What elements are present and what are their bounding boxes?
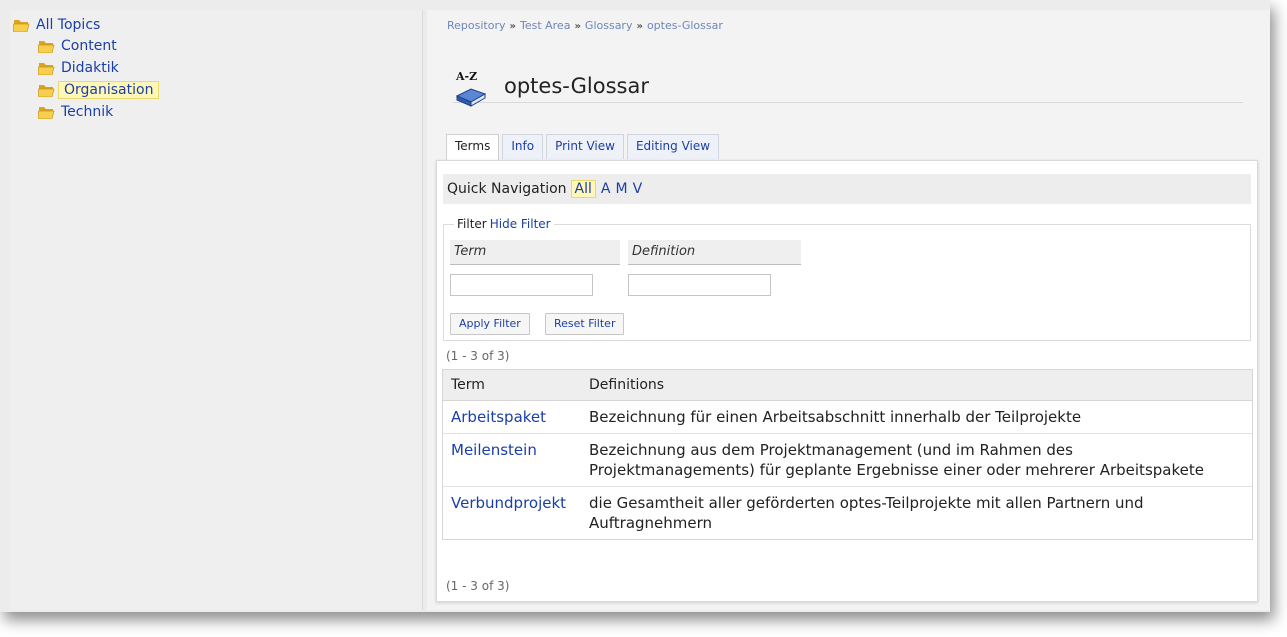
filter-definition-input[interactable]	[628, 274, 771, 296]
reset-filter-button[interactable]: Reset Filter	[545, 313, 625, 335]
tab-editing-view[interactable]: Editing View	[626, 134, 720, 159]
result-count-bottom: (1 - 3 of 3)	[446, 579, 510, 593]
glossary-book-icon: A-Z	[453, 70, 489, 108]
tree-item-label: Content	[61, 37, 117, 54]
table-header: Term Definitions	[443, 370, 1252, 401]
quick-nav-m[interactable]: M	[615, 181, 627, 197]
breadcrumb: Repository» Test Area» Glossary» optes-Glos…	[447, 19, 723, 32]
filter-term-input[interactable]	[450, 274, 593, 296]
quick-nav-a[interactable]: A	[601, 181, 611, 197]
terms-panel: Quick Navigation All A M V Filter Hide Fi…	[436, 160, 1258, 602]
term-link[interactable]: Verbundprojekt	[451, 494, 566, 512]
page-header: A-Z optes-Glossar	[453, 70, 1243, 107]
breadcrumb-glossary[interactable]: Glossary	[585, 19, 633, 32]
tab-info[interactable]: Info	[502, 134, 544, 159]
tab-terms[interactable]: Terms	[446, 134, 500, 161]
breadcrumb-separator: »	[636, 21, 643, 32]
term-definition: Bezeichnung für einen Arbeitsabschnitt i…	[589, 408, 1082, 426]
column-header-term: Term	[451, 377, 485, 393]
column-header-definitions: Definitions	[589, 377, 665, 393]
tree-item-label: Organisation	[58, 80, 160, 99]
table-row: Verbundprojekt die Gesamtheit aller gefö…	[443, 487, 1252, 539]
apply-filter-button[interactable]: Apply Filter	[450, 313, 530, 335]
tree-item-organisation[interactable]: Organisation	[38, 80, 160, 99]
term-link[interactable]: Arbeitspaket	[451, 408, 546, 426]
topic-tree: All Topics Content Didaktik Organisation	[10, 10, 423, 610]
filter-definition-label: Definition	[628, 240, 801, 265]
filter-box: Filter Hide Filter Term Definition Apply …	[443, 217, 1251, 341]
filter-term-label: Term	[450, 240, 620, 265]
glossary-table: Term Definitions Arbeitspaket Bezeichnun…	[442, 369, 1253, 540]
filter-label: Filter	[457, 217, 487, 231]
app-window: All Topics Content Didaktik Organisation	[0, 0, 1270, 612]
tab-bar: Terms Info Print View Editing View	[446, 134, 722, 161]
term-link[interactable]: Meilenstein	[451, 441, 537, 459]
breadcrumb-test-area[interactable]: Test Area	[520, 19, 570, 32]
breadcrumb-current[interactable]: optes-Glossar	[647, 19, 723, 32]
folder-open-icon	[38, 84, 55, 97]
table-row: Meilenstein Bezeichnung aus dem Projektm…	[443, 434, 1252, 487]
result-count-top: (1 - 3 of 3)	[446, 349, 510, 363]
tree-item-content[interactable]: Content	[38, 36, 120, 55]
tree-item-technik[interactable]: Technik	[38, 102, 116, 121]
table-row: Arbeitspaket Bezeichnung für einen Arbei…	[443, 401, 1252, 434]
term-definition: Bezeichnung aus dem Projektmanagement (u…	[589, 441, 1204, 479]
breadcrumb-separator: »	[574, 21, 581, 32]
tree-item-all-topics[interactable]: All Topics	[13, 15, 103, 34]
folder-open-icon	[38, 62, 55, 75]
quick-navigation: Quick Navigation All A M V	[443, 174, 1251, 204]
page-title: optes-Glossar	[504, 74, 649, 98]
breadcrumb-separator: »	[509, 21, 516, 32]
tab-print-view[interactable]: Print View	[546, 134, 624, 159]
folder-open-icon	[13, 19, 30, 32]
folder-open-icon	[38, 106, 55, 119]
main-content: Repository» Test Area» Glossary» optes-Glos…	[427, 10, 1270, 610]
term-definition: die Gesamtheit aller geförderten optes-T…	[589, 494, 1144, 532]
folder-open-icon	[38, 40, 55, 53]
filter-legend: Filter Hide Filter	[454, 217, 554, 231]
hide-filter-link[interactable]: Hide Filter	[490, 217, 551, 231]
breadcrumb-repository[interactable]: Repository	[447, 19, 506, 32]
quick-navigation-label: Quick Navigation	[447, 181, 567, 197]
quick-nav-v[interactable]: V	[633, 181, 643, 197]
tree-item-label: Didaktik	[61, 59, 119, 76]
quick-nav-all[interactable]: All	[570, 180, 596, 198]
tree-item-label: All Topics	[36, 16, 101, 33]
tree-item-label: Technik	[61, 103, 114, 120]
tree-item-didaktik[interactable]: Didaktik	[38, 58, 122, 77]
